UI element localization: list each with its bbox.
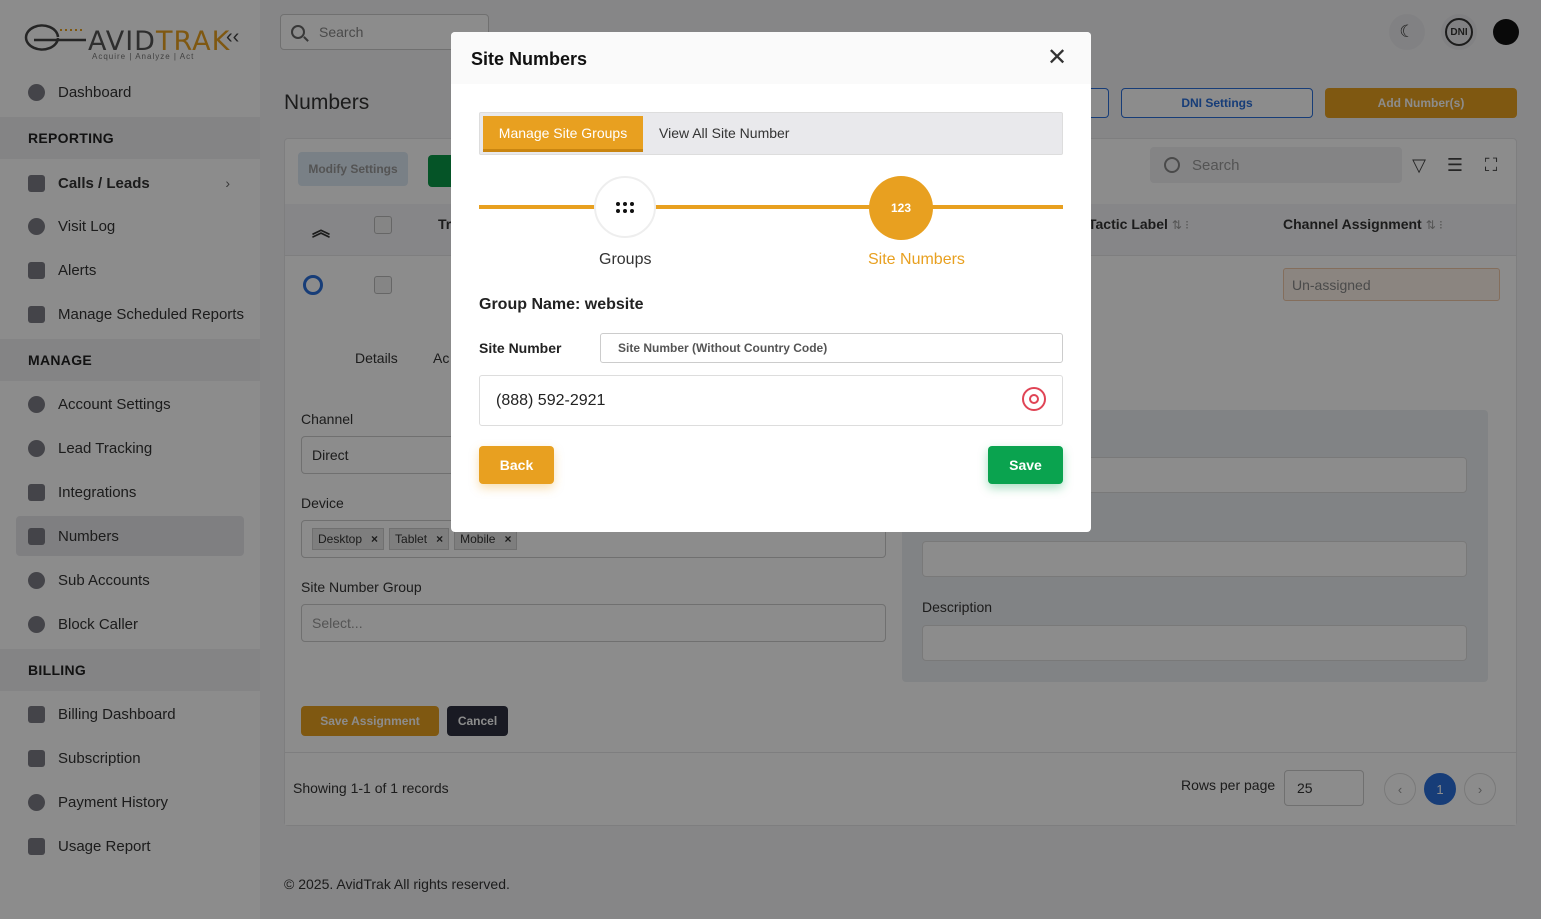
- group-name: Group Name: website: [479, 296, 644, 313]
- back-button[interactable]: Back: [479, 446, 554, 484]
- step-site-numbers-label: Site Numbers: [868, 251, 965, 268]
- stepper-line: [479, 205, 1063, 209]
- step-groups[interactable]: [594, 176, 656, 238]
- tab-manage-site-groups[interactable]: Manage Site Groups: [483, 116, 643, 152]
- close-icon[interactable]: ✕: [1047, 46, 1067, 70]
- save-button[interactable]: Save: [988, 446, 1063, 484]
- step-groups-label: Groups: [599, 251, 652, 268]
- dots-grid-icon: [616, 201, 634, 213]
- site-number-input[interactable]: Site Number (Without Country Code): [600, 333, 1063, 363]
- site-number-label: Site Number: [479, 340, 562, 356]
- step-site-numbers[interactable]: 123: [869, 176, 933, 240]
- remove-number-icon[interactable]: [1022, 387, 1046, 411]
- site-numbers-modal: Site Numbers ✕ Manage Site Groups View A…: [451, 32, 1091, 532]
- site-number-item: (888) 592-2921: [479, 375, 1063, 426]
- tab-view-all-site-number[interactable]: View All Site Number: [659, 125, 789, 141]
- modal-title: Site Numbers: [471, 49, 588, 69]
